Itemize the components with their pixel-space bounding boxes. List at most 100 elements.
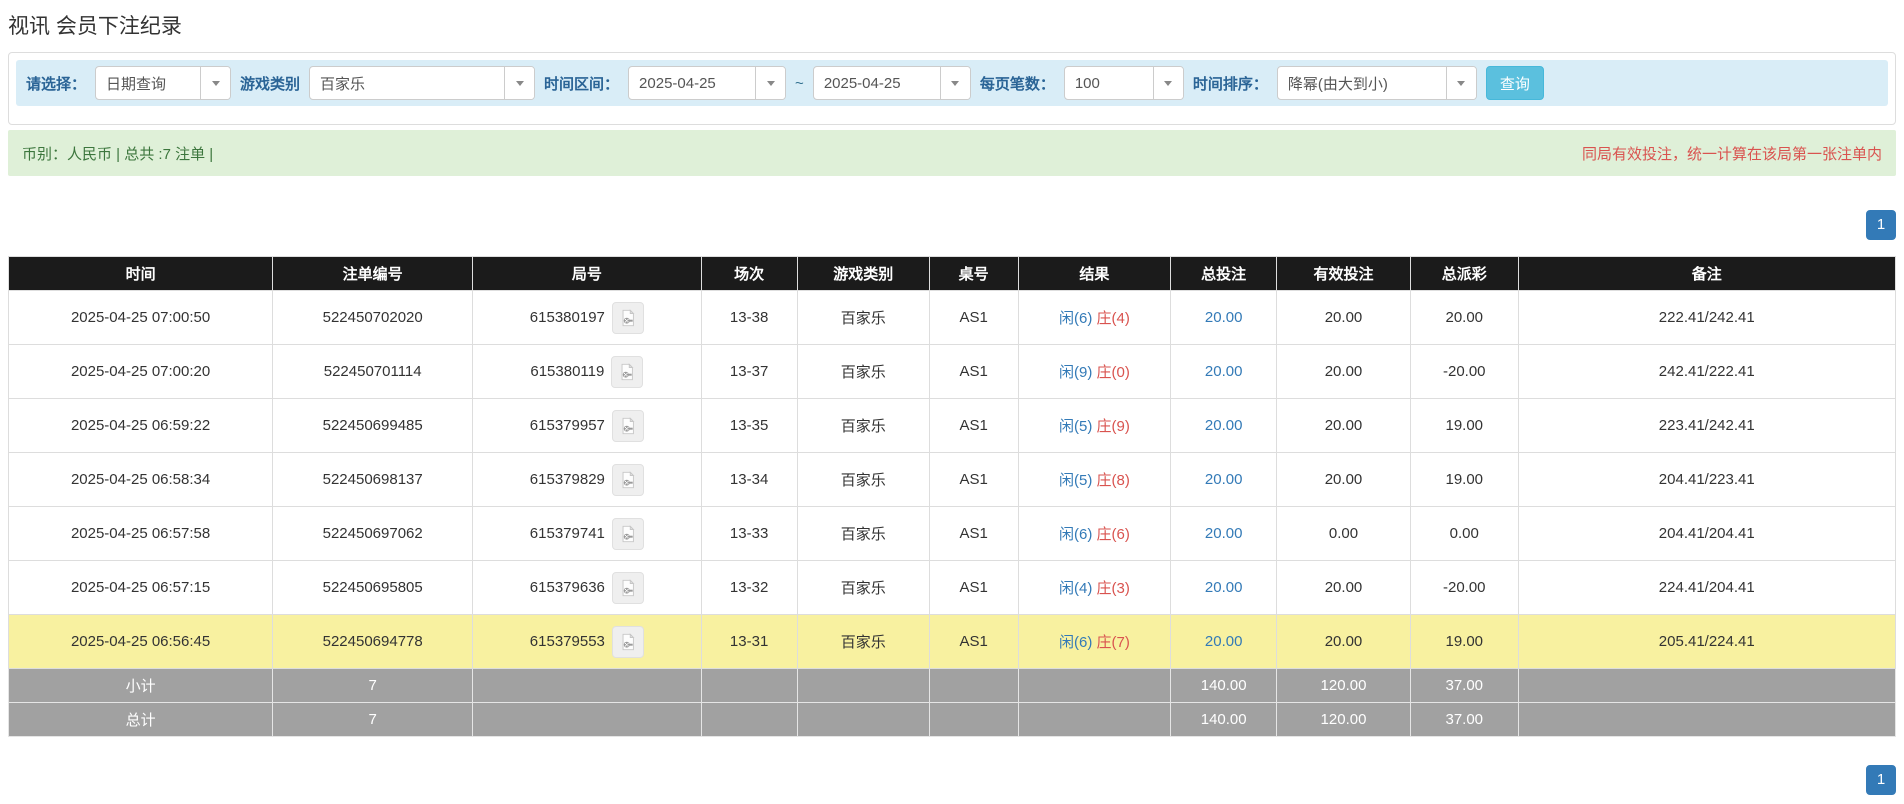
cell-session: 13-35 bbox=[700, 398, 798, 453]
header-session: 场次 bbox=[700, 256, 798, 291]
cell-round-id: 615379829 bbox=[472, 452, 702, 507]
round-number: 615380197 bbox=[529, 309, 605, 326]
video-replay-icon[interactable] bbox=[611, 571, 644, 604]
query-mode-select[interactable]: 日期查询 bbox=[95, 66, 232, 100]
subtotal-row: 小计 7 140.00 120.00 37.00 bbox=[7, 668, 1897, 703]
cell-time: 2025-04-25 06:58:34 bbox=[7, 452, 274, 507]
cell-result: 闲(6) 庄(7) bbox=[1017, 614, 1172, 669]
result-player: 闲(5) bbox=[1058, 418, 1093, 435]
pagination-bottom: 1 bbox=[8, 765, 1896, 795]
chevron-down-icon[interactable] bbox=[504, 67, 535, 99]
cell-table-no: AS1 bbox=[928, 452, 1019, 507]
cell-game-type: 百家乐 bbox=[796, 560, 930, 615]
summary-bar: 币别：人民币 | 总共 :7 注单 | 同局有效投注，统一计算在该局第一张注单内 bbox=[8, 130, 1896, 176]
result-banker: 庄(0) bbox=[1096, 364, 1130, 381]
table-row: 2025-04-25 06:59:22 522450699485 6153799… bbox=[7, 398, 1897, 453]
video-replay-icon[interactable] bbox=[611, 355, 644, 388]
page-size-label: 每页笔数： bbox=[979, 75, 1055, 93]
chevron-down-icon[interactable] bbox=[1152, 67, 1183, 99]
sort-order-label: 时间排序： bbox=[1192, 75, 1268, 93]
video-replay-icon[interactable] bbox=[611, 625, 644, 658]
cell-valid-bet: 0.00 bbox=[1276, 506, 1411, 561]
total-bet-link[interactable]: 20.00 bbox=[1205, 417, 1243, 434]
result-player: 闲(4) bbox=[1058, 580, 1093, 597]
chevron-down-icon[interactable] bbox=[755, 67, 786, 99]
cell-total-bet: 20.00 bbox=[1170, 290, 1278, 345]
header-total-bet: 总投注 bbox=[1170, 256, 1278, 291]
cell-game-type: 百家乐 bbox=[796, 398, 930, 453]
result-banker: 庄(7) bbox=[1096, 634, 1130, 651]
total-row: 总计 7 140.00 120.00 37.00 bbox=[7, 702, 1897, 737]
cell-time: 2025-04-25 07:00:20 bbox=[7, 344, 274, 399]
header-bet-id: 注单编号 bbox=[272, 256, 474, 291]
cell-time: 2025-04-25 06:59:22 bbox=[7, 398, 274, 453]
cell-total-bet: 20.00 bbox=[1170, 452, 1278, 507]
video-replay-icon[interactable] bbox=[611, 517, 644, 550]
pagination-page-1[interactable]: 1 bbox=[1866, 765, 1896, 795]
chevron-down-icon[interactable] bbox=[200, 67, 231, 99]
total-bet-link[interactable]: 20.00 bbox=[1205, 363, 1243, 380]
video-replay-icon[interactable] bbox=[611, 463, 644, 496]
page-size-select[interactable]: 100 bbox=[1063, 66, 1184, 100]
cell-valid-bet: 20.00 bbox=[1276, 344, 1411, 399]
total-bet-link[interactable]: 20.00 bbox=[1205, 579, 1243, 596]
date-to-value: 2025-04-25 bbox=[823, 74, 901, 92]
cell-total-bet: 20.00 bbox=[1170, 614, 1278, 669]
total-count: 7 bbox=[272, 702, 474, 737]
cell-table-no: AS1 bbox=[928, 506, 1019, 561]
result-banker: 庄(4) bbox=[1096, 310, 1130, 327]
time-range-label: 时间区间： bbox=[544, 75, 620, 93]
subtotal-count: 7 bbox=[272, 668, 474, 703]
game-type-value: 百家乐 bbox=[320, 75, 366, 93]
cell-session: 13-33 bbox=[700, 506, 798, 561]
cell-payout: 20.00 bbox=[1409, 290, 1519, 345]
cell-table-no: AS1 bbox=[928, 560, 1019, 615]
cell-session: 13-38 bbox=[700, 290, 798, 345]
sort-order-select[interactable]: 降幂(由大到小) bbox=[1276, 66, 1477, 100]
chevron-down-icon[interactable] bbox=[939, 67, 970, 99]
bet-records-table: 时间 注单编号 局号 场次 游戏类别 桌号 结果 总投注 有效投注 总派彩 备注… bbox=[7, 256, 1897, 737]
cell-bet-id: 522450699485 bbox=[272, 398, 474, 453]
cell-game-type: 百家乐 bbox=[796, 506, 930, 561]
video-replay-icon[interactable] bbox=[611, 409, 644, 442]
cell-result: 闲(6) 庄(6) bbox=[1017, 506, 1172, 561]
cell-payout: 0.00 bbox=[1409, 506, 1519, 561]
header-game-type: 游戏类别 bbox=[796, 256, 930, 291]
result-banker: 庄(3) bbox=[1096, 580, 1130, 597]
page-title: 视讯 会员下注纪录 bbox=[8, 15, 182, 38]
total-bet-link[interactable]: 20.00 bbox=[1205, 633, 1243, 650]
cell-session: 13-32 bbox=[700, 560, 798, 615]
date-from-select[interactable]: 2025-04-25 bbox=[628, 66, 787, 100]
cell-round-id: 615379636 bbox=[472, 560, 702, 615]
cell-valid-bet: 20.00 bbox=[1276, 290, 1411, 345]
total-bet-link[interactable]: 20.00 bbox=[1205, 525, 1243, 542]
chevron-down-icon[interactable] bbox=[1445, 67, 1476, 99]
cell-result: 闲(6) 庄(4) bbox=[1017, 290, 1172, 345]
cell-payout: -20.00 bbox=[1409, 344, 1519, 399]
cell-result: 闲(9) 庄(0) bbox=[1017, 344, 1172, 399]
total-payout: 37.00 bbox=[1409, 702, 1519, 737]
table-header-row: 时间 注单编号 局号 场次 游戏类别 桌号 结果 总投注 有效投注 总派彩 备注 bbox=[7, 256, 1897, 291]
video-replay-icon[interactable] bbox=[611, 301, 644, 334]
cell-time: 2025-04-25 07:00:50 bbox=[7, 290, 274, 345]
pagination-page-1[interactable]: 1 bbox=[1866, 210, 1896, 240]
cell-total-bet: 20.00 bbox=[1170, 398, 1278, 453]
cell-round-id: 615379553 bbox=[472, 614, 702, 669]
cell-valid-bet: 20.00 bbox=[1276, 452, 1411, 507]
game-type-select[interactable]: 百家乐 bbox=[309, 66, 536, 100]
filter-panel: 请选择： 日期查询 游戏类别 百家乐 时间区间： 2025-04-25 ~ 20… bbox=[8, 52, 1896, 125]
result-banker: 庄(6) bbox=[1096, 526, 1130, 543]
total-bet-link[interactable]: 20.00 bbox=[1205, 309, 1243, 326]
search-button[interactable]: 查询 bbox=[1485, 66, 1544, 100]
total-bet-link[interactable]: 20.00 bbox=[1205, 471, 1243, 488]
round-number: 615379957 bbox=[529, 417, 605, 434]
cell-time: 2025-04-25 06:57:15 bbox=[7, 560, 274, 615]
cell-round-id: 615380119 bbox=[472, 344, 702, 399]
date-to-select[interactable]: 2025-04-25 bbox=[812, 66, 971, 100]
cell-total-bet: 20.00 bbox=[1170, 344, 1278, 399]
cell-round-id: 615380197 bbox=[472, 290, 702, 345]
round-number: 615379741 bbox=[529, 525, 605, 542]
cell-game-type: 百家乐 bbox=[796, 344, 930, 399]
header-payout: 总派彩 bbox=[1409, 256, 1519, 291]
summary-note: 同局有效投注，统一计算在该局第一张注单内 bbox=[1581, 145, 1882, 163]
